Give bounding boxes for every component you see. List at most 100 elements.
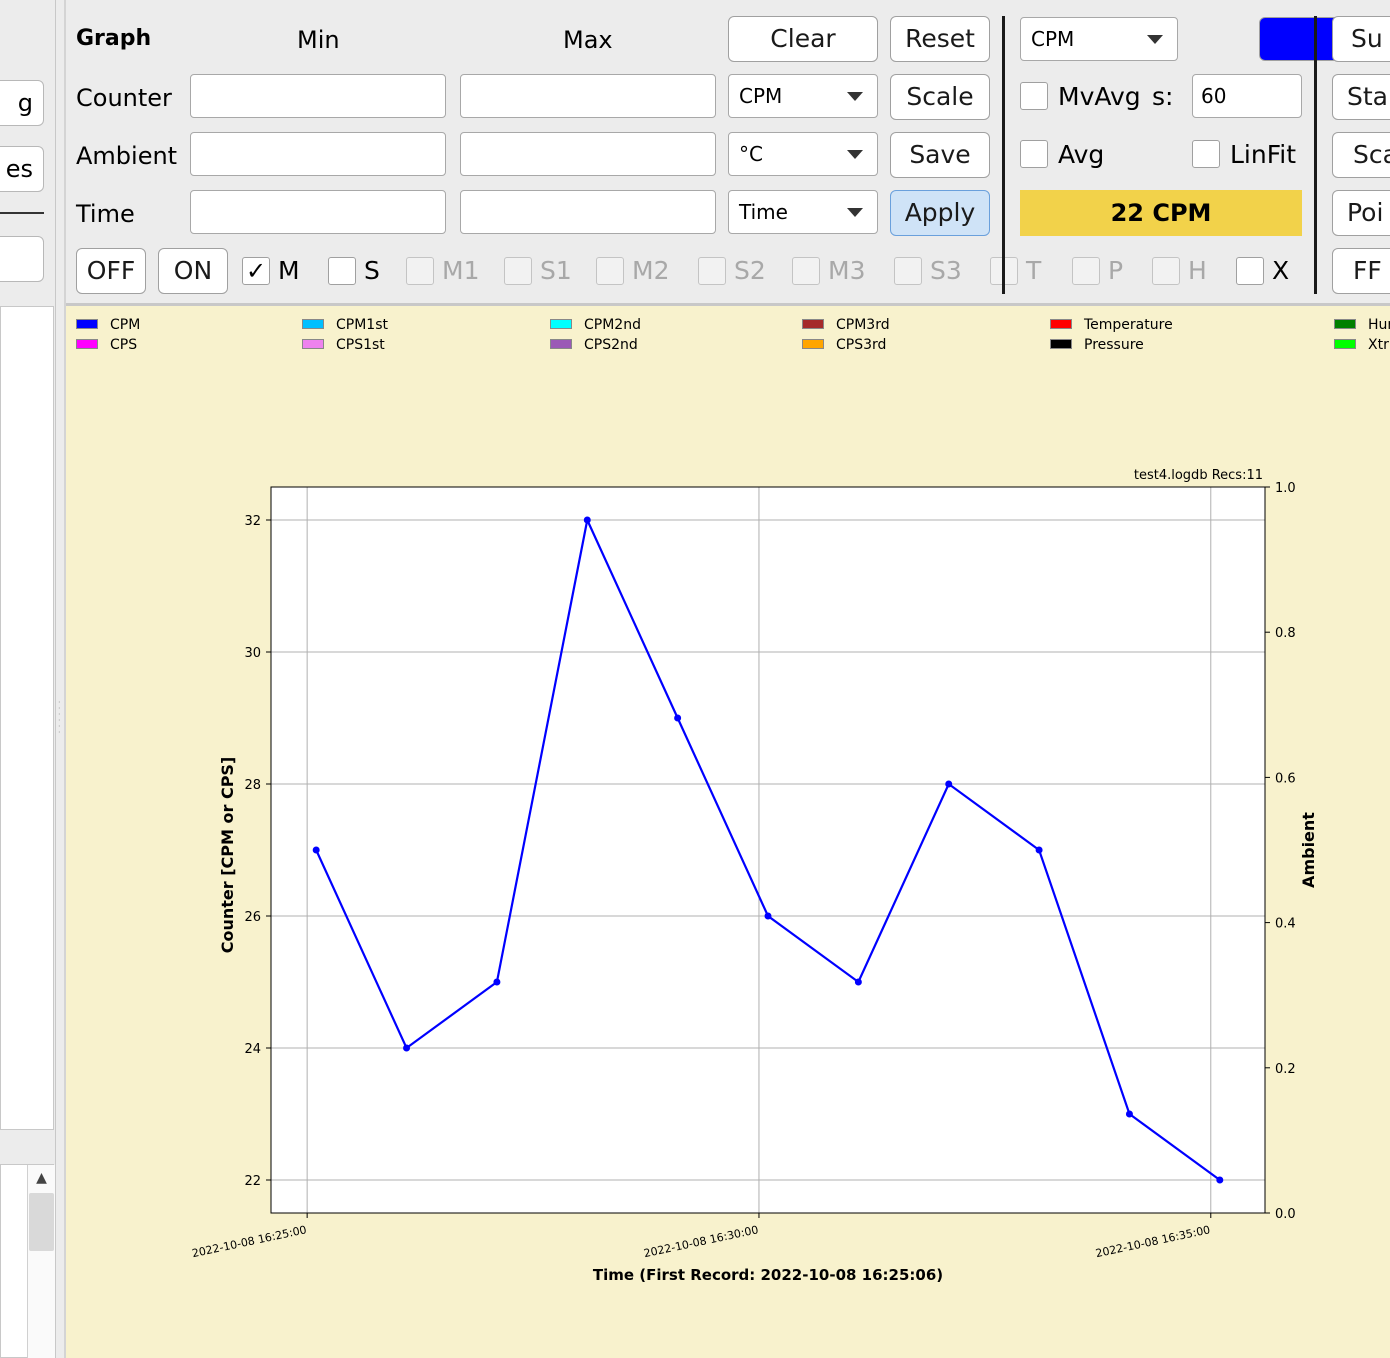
y2-tick-label: 0.4	[1275, 917, 1296, 932]
x-axis-label: Time (First Record: 2022-10-08 16:25:06)	[593, 1266, 943, 1284]
graph-control-panel: Graph Min Max Counter Ambient Time CPM °…	[66, 0, 1390, 304]
checkbox-label-s: S	[364, 256, 380, 285]
ambient-min-input[interactable]	[190, 132, 446, 176]
linfit-checkbox[interactable]	[1192, 140, 1220, 168]
left-separator	[0, 212, 44, 214]
file-info-label: test4.logdb Recs:11	[1134, 468, 1263, 483]
time-unit-select[interactable]: Time	[728, 190, 878, 234]
avg-checkbox[interactable]	[1020, 140, 1048, 168]
mvavg-label: MvAvg	[1058, 82, 1141, 111]
counter-unit-value: CPM	[739, 84, 783, 108]
left-button-3[interactable]	[0, 236, 44, 282]
off-button[interactable]: OFF	[76, 248, 146, 294]
vertical-separator	[1002, 16, 1005, 294]
checkbox-m[interactable]: ✓	[242, 257, 270, 285]
data-point	[945, 780, 953, 788]
stats-button[interactable]: Sta	[1332, 74, 1390, 120]
graph-area: CPM CPS CPM1st CPS1st CPM2nd CPS2nd CPM3rd CPS3…	[66, 306, 1390, 1358]
ambient-unit-value: °C	[739, 142, 763, 166]
x-tick-label: 2022-10-08 16:30:00	[643, 1223, 760, 1260]
scrollbar[interactable]: ▲	[27, 1165, 55, 1358]
counter-max-input[interactable]	[460, 74, 716, 118]
fft-button[interactable]: FF	[1332, 248, 1390, 294]
variable-select-value: CPM	[1031, 27, 1075, 51]
data-point	[312, 846, 320, 854]
counter-label: Counter	[76, 84, 172, 112]
x-tick-label: 2022-10-08 16:35:00	[1094, 1223, 1211, 1260]
checkbox-label-m3: M3	[828, 256, 866, 285]
checkbox-label-t: T	[1026, 256, 1042, 285]
variable-select[interactable]: CPM	[1020, 17, 1178, 61]
ambient-unit-select[interactable]: °C	[728, 132, 878, 176]
mvavg-checkbox[interactable]	[1020, 82, 1048, 110]
checkbox-x[interactable]	[1236, 257, 1264, 285]
mvavg-seconds-input[interactable]	[1192, 74, 1302, 118]
linfit-label: LinFit	[1230, 140, 1297, 169]
y-tick-label: 32	[244, 514, 261, 529]
chevron-down-icon	[847, 150, 863, 159]
data-point	[764, 912, 772, 920]
checkbox-s3[interactable]	[894, 257, 922, 285]
counter-min-input[interactable]	[190, 74, 446, 118]
ambient-label: Ambient	[76, 142, 178, 170]
chevron-down-icon	[847, 92, 863, 101]
y-tick-label: 26	[244, 910, 261, 925]
y2-tick-label: 0.0	[1275, 1207, 1296, 1222]
left-panel: g es ▲	[0, 0, 56, 1358]
checkbox-label-m: M	[278, 256, 300, 285]
checkbox-s2[interactable]	[698, 257, 726, 285]
checkbox-h[interactable]	[1152, 257, 1180, 285]
chevron-down-icon	[847, 208, 863, 217]
poisson-button[interactable]: Poi	[1332, 190, 1390, 236]
checkbox-s1[interactable]	[504, 257, 532, 285]
plot-area	[271, 487, 1265, 1213]
data-point	[1035, 846, 1043, 854]
left-button-1[interactable]: g	[0, 80, 44, 126]
checkbox-label-s2: S2	[734, 256, 766, 285]
y2-tick-label: 0.6	[1275, 771, 1296, 786]
suspend-button[interactable]: Su	[1332, 16, 1390, 62]
max-header-label: Max	[563, 26, 613, 54]
y2-tick-label: 0.8	[1275, 626, 1296, 641]
checkbox-m2[interactable]	[596, 257, 624, 285]
checkbox-s[interactable]	[328, 257, 356, 285]
reset-button[interactable]: Reset	[890, 16, 990, 62]
scroll-up-icon[interactable]: ▲	[28, 1165, 55, 1191]
graph-header-label: Graph	[76, 26, 152, 51]
scale-button[interactable]: Scale	[890, 74, 990, 120]
y-tick-label: 24	[244, 1042, 261, 1057]
y2-axis-label: Ambient	[1299, 812, 1318, 888]
ambient-max-input[interactable]	[460, 132, 716, 176]
splitter-handle[interactable]: · · · · · ·	[58, 699, 62, 737]
time-max-input[interactable]	[460, 190, 716, 234]
checkbox-label-s3: S3	[930, 256, 962, 285]
left-button-2[interactable]: es	[0, 146, 44, 192]
checkbox-m1[interactable]	[406, 257, 434, 285]
data-point	[493, 978, 501, 986]
data-point	[583, 516, 591, 524]
chevron-down-icon	[1147, 35, 1163, 44]
scroll-thumb[interactable]	[29, 1193, 54, 1251]
counter-chart: 22 24 26 28 30 32 2022-10-08 16:25:00 2022-10-0…	[191, 468, 1318, 1284]
y-tick-label: 22	[244, 1174, 261, 1189]
counter-unit-select[interactable]: CPM	[728, 74, 878, 118]
save-button[interactable]: Save	[890, 132, 990, 178]
data-point	[403, 1044, 411, 1052]
clear-button[interactable]: Clear	[728, 16, 878, 62]
y-axis-label: Counter [CPM or CPS]	[218, 757, 237, 954]
checkbox-m3[interactable]	[792, 257, 820, 285]
checkbox-label-h: H	[1188, 256, 1207, 285]
data-point	[1125, 1110, 1133, 1118]
checkbox-p[interactable]	[1072, 257, 1100, 285]
left-text-area[interactable]: ▲	[0, 1164, 55, 1358]
scatter-button[interactable]: Sca	[1332, 132, 1390, 178]
time-unit-value: Time	[739, 200, 788, 224]
y2-tick-label: 0.2	[1275, 1062, 1296, 1077]
time-label: Time	[76, 200, 135, 228]
time-min-input[interactable]	[190, 190, 446, 234]
y-tick-label: 28	[244, 778, 261, 793]
left-list[interactable]	[0, 306, 54, 1130]
y2-tick-label: 1.0	[1275, 481, 1296, 496]
on-button[interactable]: ON	[158, 248, 228, 294]
apply-button[interactable]: Apply	[890, 190, 990, 236]
